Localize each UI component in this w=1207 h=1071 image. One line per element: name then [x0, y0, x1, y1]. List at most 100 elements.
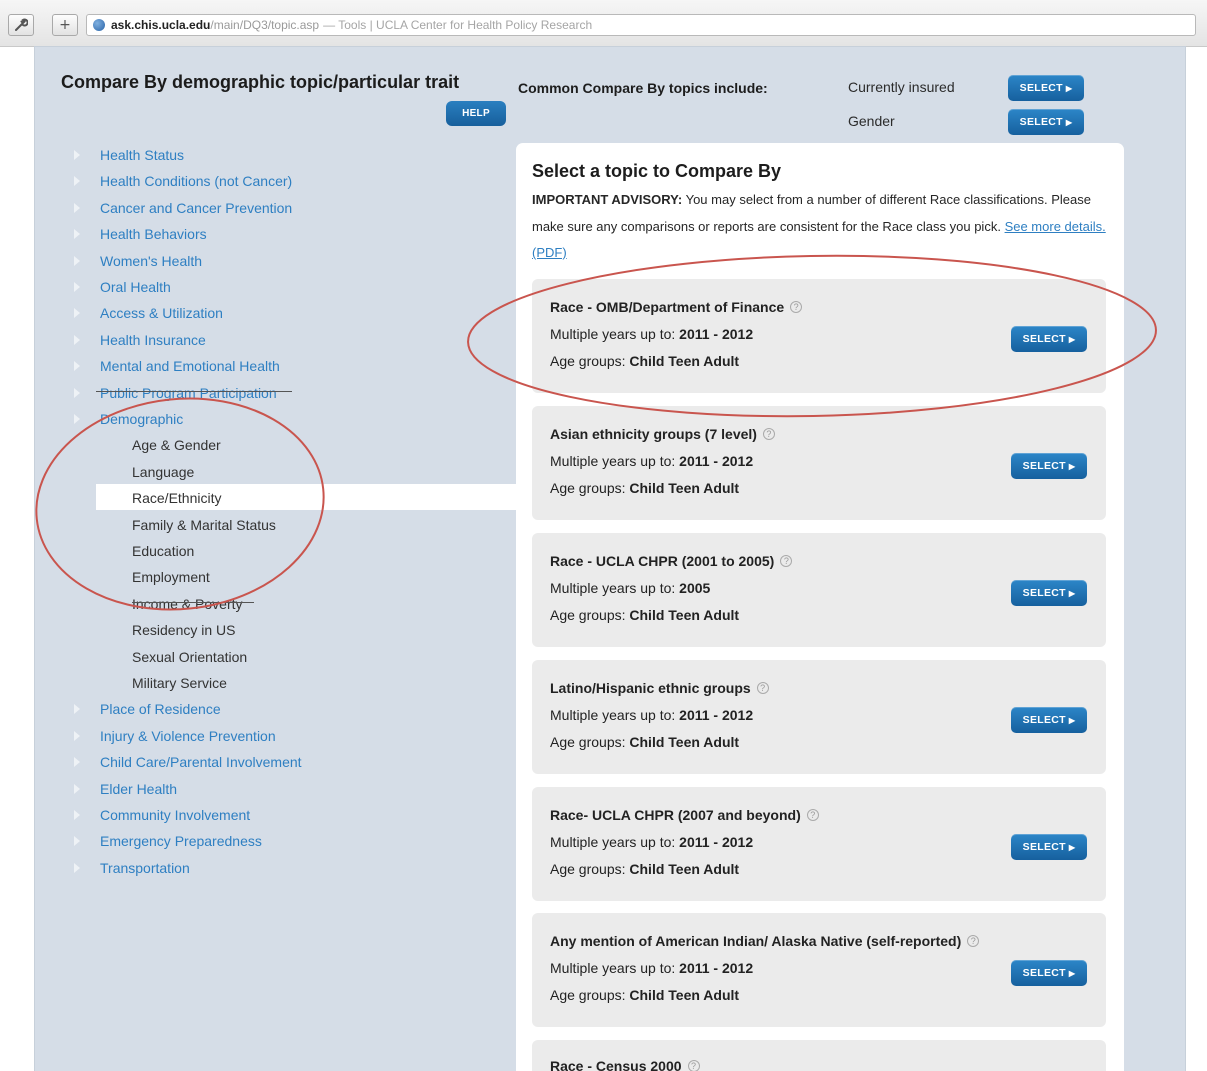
- help-circle-icon[interactable]: ?: [762, 428, 775, 440]
- play-arrow-icon: ▶: [1068, 715, 1076, 725]
- years-value: 2011 - 2012: [679, 960, 754, 976]
- nav-item-mental-health[interactable]: Mental and Emotional Health: [70, 354, 280, 378]
- triangle-right-icon: [74, 229, 80, 239]
- subnav-item-age-gender[interactable]: Age & Gender: [132, 433, 221, 457]
- nav-item-emergency[interactable]: Emergency Preparedness: [70, 829, 262, 853]
- nav-item-health-behaviors[interactable]: Health Behaviors: [70, 222, 207, 246]
- subnav-item-education[interactable]: Education: [132, 539, 194, 563]
- nav-item-label: Oral Health: [100, 279, 171, 295]
- help-button[interactable]: HELP: [446, 101, 506, 126]
- card-title: Any mention of American Indian/ Alaska N…: [550, 933, 980, 949]
- nav-item-womens-health[interactable]: Women's Health: [70, 249, 202, 273]
- triangle-right-icon: [74, 388, 80, 398]
- nav-item-health-insurance[interactable]: Health Insurance: [70, 328, 206, 352]
- play-arrow-icon: ▶: [1068, 334, 1076, 344]
- common-topics-label: Common Compare By topics include:: [518, 80, 768, 96]
- nav-item-health-status[interactable]: Health Status: [70, 143, 184, 167]
- nav-item-oral-health[interactable]: Oral Health: [70, 275, 171, 299]
- age-prefix: Age groups:: [550, 607, 630, 623]
- select-label: SELECT: [1022, 714, 1066, 726]
- nav-item-label: Child Care/Parental Involvement: [100, 754, 302, 770]
- age-prefix: Age groups:: [550, 987, 630, 1003]
- age-prefix: Age groups:: [550, 480, 630, 496]
- subnav-item-family-marital[interactable]: Family & Marital Status: [132, 513, 276, 537]
- nav-item-health-conditions[interactable]: Health Conditions (not Cancer): [70, 169, 292, 193]
- ages-value: Child Teen Adult: [629, 734, 740, 750]
- card-select-button[interactable]: SELECT ▶: [1011, 707, 1087, 733]
- subnav-item-language[interactable]: Language: [132, 460, 194, 484]
- url-path: /main/DQ3/topic.asp: [210, 18, 320, 32]
- ages-value: Child Teen Adult: [629, 987, 740, 1003]
- nav-item-public-program[interactable]: Public Program Participation: [70, 381, 277, 405]
- help-circle-icon[interactable]: ?: [756, 682, 769, 694]
- wrench-icon[interactable]: [8, 14, 34, 36]
- browser-toolbar: + ask.chis.ucla.edu /main/DQ3/topic.asp …: [0, 0, 1207, 47]
- card-select-button[interactable]: SELECT ▶: [1011, 326, 1087, 352]
- nav-item-label: Emergency Preparedness: [100, 833, 262, 849]
- nav-item-place-of-residence[interactable]: Place of Residence: [70, 697, 221, 721]
- select-gender-button[interactable]: SELECT ▶: [1008, 109, 1084, 135]
- select-insured-button[interactable]: SELECT ▶: [1008, 75, 1084, 101]
- card-title-text: Race- UCLA CHPR (2007 and beyond): [550, 807, 801, 823]
- nav-item-label: Public Program Participation: [100, 385, 277, 401]
- help-circle-icon[interactable]: ?: [687, 1060, 700, 1071]
- subnav-item-military[interactable]: Military Service: [132, 671, 227, 695]
- play-arrow-icon: ▶: [1068, 842, 1076, 852]
- card-select-button[interactable]: SELECT ▶: [1011, 453, 1087, 479]
- nav-item-transportation[interactable]: Transportation: [70, 856, 190, 880]
- card-select-button[interactable]: SELECT ▶: [1011, 960, 1087, 986]
- globe-icon: [93, 19, 105, 31]
- url-field[interactable]: ask.chis.ucla.edu /main/DQ3/topic.asp — …: [86, 14, 1196, 36]
- help-circle-icon[interactable]: ?: [967, 935, 980, 947]
- card-ages: Age groups: Child Teen Adult: [550, 607, 739, 623]
- select-label: SELECT: [1022, 587, 1066, 599]
- select-label: SELECT: [1022, 967, 1066, 979]
- help-circle-icon[interactable]: ?: [806, 809, 819, 821]
- card-ages: Age groups: Child Teen Adult: [550, 480, 739, 496]
- subnav-item-income-poverty[interactable]: Income & Poverty: [132, 592, 243, 616]
- topic-card: Race - Census 2000?: [532, 1040, 1106, 1071]
- card-title-text: Latino/Hispanic ethnic groups: [550, 680, 751, 696]
- strike-mark: [132, 602, 254, 603]
- card-title: Race - Census 2000?: [550, 1058, 700, 1071]
- nav-item-child-care[interactable]: Child Care/Parental Involvement: [70, 750, 302, 774]
- common-topic-gender: Gender: [848, 113, 895, 129]
- subnav-item-sexual-orientation[interactable]: Sexual Orientation: [132, 645, 247, 669]
- nav-item-label: Community Involvement: [100, 807, 251, 823]
- advisory-text: IMPORTANT ADVISORY: You may select from …: [532, 187, 1110, 267]
- years-value: 2011 - 2012: [679, 453, 754, 469]
- ages-value: Child Teen Adult: [629, 607, 740, 623]
- card-select-button[interactable]: SELECT ▶: [1011, 834, 1087, 860]
- nav-item-injury[interactable]: Injury & Violence Prevention: [70, 724, 276, 748]
- topic-card: Latino/Hispanic ethnic groups? Multiple …: [532, 660, 1106, 774]
- topic-card: Race- UCLA CHPR (2007 and beyond)? Multi…: [532, 787, 1106, 901]
- help-circle-icon[interactable]: ?: [790, 301, 803, 313]
- years-value: 2011 - 2012: [679, 326, 754, 342]
- nav-item-demographic[interactable]: Demographic: [70, 407, 183, 431]
- nav-item-access[interactable]: Access & Utilization: [70, 301, 223, 325]
- triangle-right-icon: [74, 836, 80, 846]
- years-prefix: Multiple years up to:: [550, 326, 680, 342]
- card-title-text: Any mention of American Indian/ Alaska N…: [550, 933, 962, 949]
- nav-item-cancer[interactable]: Cancer and Cancer Prevention: [70, 196, 292, 220]
- triangle-right-icon: [74, 203, 80, 213]
- card-years: Multiple years up to: 2011 - 2012: [550, 707, 753, 723]
- nav-item-label: Mental and Emotional Health: [100, 358, 280, 374]
- subnav-item-race-ethnicity[interactable]: Race/Ethnicity: [132, 486, 221, 510]
- nav-item-elder-health[interactable]: Elder Health: [70, 777, 177, 801]
- years-prefix: Multiple years up to:: [550, 960, 680, 976]
- card-ages: Age groups: Child Teen Adult: [550, 353, 739, 369]
- subnav-item-residency[interactable]: Residency in US: [132, 618, 236, 642]
- triangle-right-icon: [74, 863, 80, 873]
- nav-item-community[interactable]: Community Involvement: [70, 803, 250, 827]
- panel-title: Select a topic to Compare By: [532, 161, 782, 181]
- card-select-button[interactable]: SELECT ▶: [1011, 580, 1087, 606]
- triangle-right-icon: [74, 361, 80, 371]
- main-title: Compare By demographic topic/particular …: [61, 72, 460, 92]
- plus-icon[interactable]: +: [52, 14, 78, 36]
- play-arrow-icon: ▶: [1065, 83, 1073, 93]
- nav-item-label: Cancer and Cancer Prevention: [100, 200, 293, 216]
- subnav-item-employment[interactable]: Employment: [132, 565, 210, 589]
- card-title: Race - OMB/Department of Finance?: [550, 299, 803, 315]
- help-circle-icon[interactable]: ?: [780, 555, 793, 567]
